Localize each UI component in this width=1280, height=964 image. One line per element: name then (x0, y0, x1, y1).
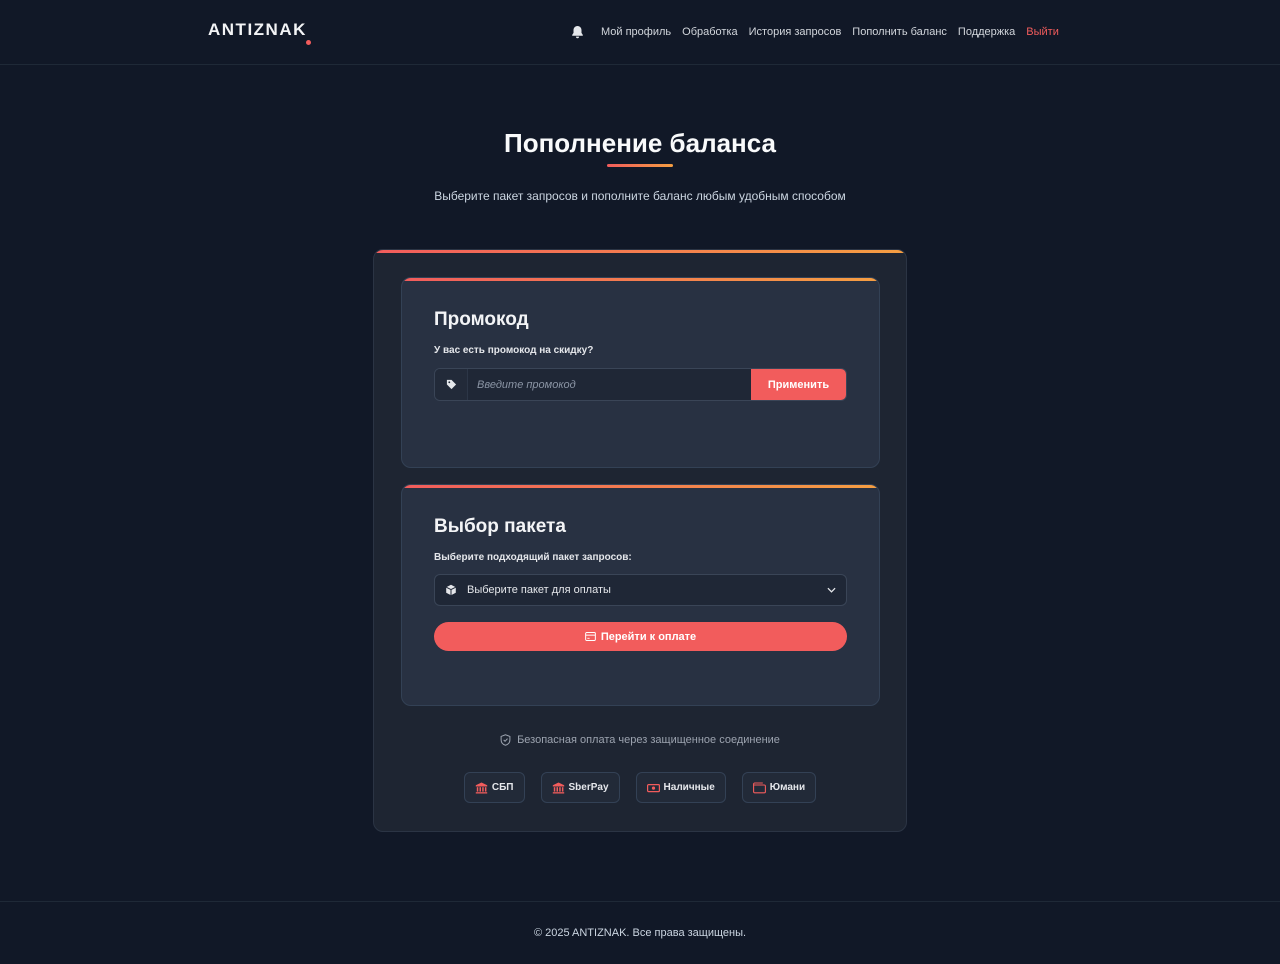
box-icon (445, 584, 457, 596)
promo-accent-bar (402, 278, 879, 281)
package-accent-bar (402, 485, 879, 488)
header: ANTIZNAK Мой профиль Обработка История з… (0, 0, 1280, 65)
secure-note-text: Безопасная оплата через защищенное соеди… (517, 734, 780, 746)
wallet-icon (752, 781, 766, 793)
bell-icon[interactable] (571, 25, 584, 39)
logo[interactable]: ANTIZNAK (208, 20, 307, 40)
bank-icon (475, 782, 488, 793)
nav-support[interactable]: Поддержка (958, 26, 1015, 38)
payment-method-sbp[interactable]: СБП (463, 772, 525, 803)
payment-method-label: Юмани (769, 782, 806, 793)
payment-methods: СБП SberPay Наличные Юмани (374, 772, 906, 803)
package-title: Выбор пакета (434, 516, 566, 537)
tag-icon (446, 379, 456, 390)
nav-profile[interactable]: Мой профиль (601, 26, 671, 38)
shield-icon (500, 734, 511, 746)
promo-label: У вас есть промокод на скидку? (434, 345, 594, 356)
cash-icon (646, 783, 660, 792)
promo-title: Промокод (434, 309, 529, 330)
topup-card: Промокод У вас есть промокод на скидку? … (373, 249, 907, 832)
secure-note: Безопасная оплата через защищенное соеди… (374, 734, 906, 746)
payment-method-label: СБП (491, 782, 514, 793)
footer-copyright: © 2025 ANTIZNAK. Все права защищены. (533, 927, 747, 939)
promo-icon-box (435, 369, 468, 400)
page-subtitle: Выберите пакет запросов и пополните бала… (434, 189, 846, 203)
payment-method-sberpay[interactable]: SberPay (540, 772, 620, 803)
footer: © 2025 ANTIZNAK. Все права защищены. (0, 901, 1280, 964)
promo-input-group: Применить (434, 368, 847, 401)
package-select-value: Выберите пакет для оплаты (467, 584, 611, 596)
title-underline (607, 164, 673, 167)
package-card: Выбор пакета Выберите подходящий пакет з… (401, 484, 880, 706)
package-select[interactable]: Выберите пакет для оплаты (434, 574, 847, 606)
nav-processing[interactable]: Обработка (682, 26, 737, 38)
payment-method-label: SberPay (568, 782, 609, 793)
payment-method-cash[interactable]: Наличные (635, 772, 726, 803)
page-title: Пополнение баланса (504, 128, 776, 158)
bank-icon (552, 782, 564, 793)
nav-logout[interactable]: Выйти (1026, 26, 1059, 38)
payment-method-yoomoney[interactable]: Юмани (741, 772, 817, 803)
go-to-payment-button[interactable]: Перейти к оплате (434, 622, 847, 651)
credit-card-icon (584, 632, 596, 641)
payment-method-label: Наличные (663, 782, 715, 793)
promo-card: Промокод У вас есть промокод на скидку? … (401, 277, 880, 468)
nav-history[interactable]: История запросов (749, 26, 842, 38)
nav-topup[interactable]: Пополнить баланс (852, 26, 947, 38)
card-accent-bar (374, 250, 906, 253)
main-nav: Мой профиль Обработка История запросов П… (571, 24, 1059, 40)
go-to-payment-label: Перейти к оплате (600, 630, 697, 643)
promo-input[interactable] (468, 369, 751, 400)
package-label: Выберите подходящий пакет запросов: (434, 552, 632, 563)
logo-dot (306, 40, 311, 45)
apply-promo-button[interactable]: Применить (751, 369, 846, 400)
chevron-down-icon (827, 587, 836, 593)
